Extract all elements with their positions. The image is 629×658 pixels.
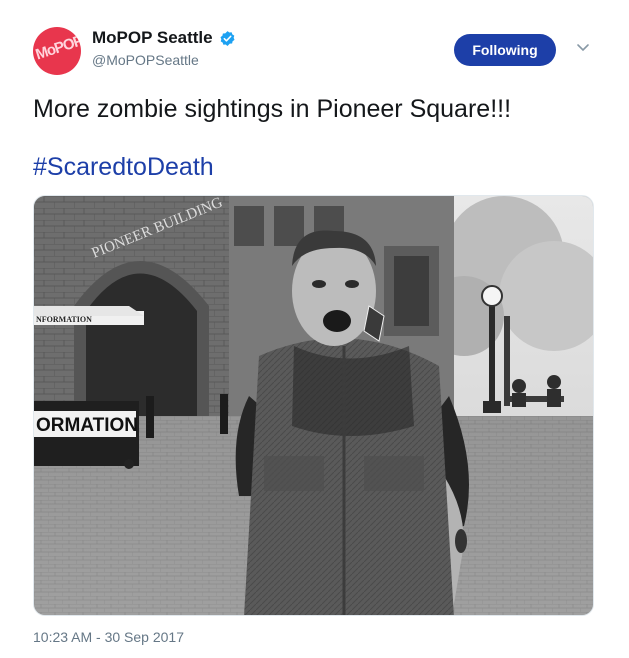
- author-display-name[interactable]: MoPOP Seattle: [92, 28, 213, 48]
- zombie-street-photo: PIONEER BUILDING NFORMATION ORMATION: [34, 196, 593, 615]
- avatar-logo-text: MoPOP: [33, 32, 81, 64]
- following-button[interactable]: Following: [454, 34, 556, 66]
- chevron-down-icon[interactable]: [576, 43, 590, 53]
- tweet-timestamp[interactable]: 10:23 AM - 30 Sep 2017: [33, 629, 184, 645]
- author-name-row[interactable]: MoPOP Seattle: [92, 28, 236, 48]
- tweet-photo[interactable]: PIONEER BUILDING NFORMATION ORMATION: [33, 195, 594, 616]
- author-handle[interactable]: @MoPOPSeattle: [92, 52, 199, 68]
- verified-badge-icon: [220, 30, 235, 46]
- kiosk-small-sign: NFORMATION: [36, 315, 92, 324]
- avatar[interactable]: MoPOP: [33, 27, 81, 75]
- kiosk-large-sign: ORMATION: [36, 415, 138, 436]
- tweet-text: More zombie sightings in Pioneer Square!…: [33, 95, 512, 123]
- hashtag-link[interactable]: #ScaredtoDeath: [33, 153, 214, 182]
